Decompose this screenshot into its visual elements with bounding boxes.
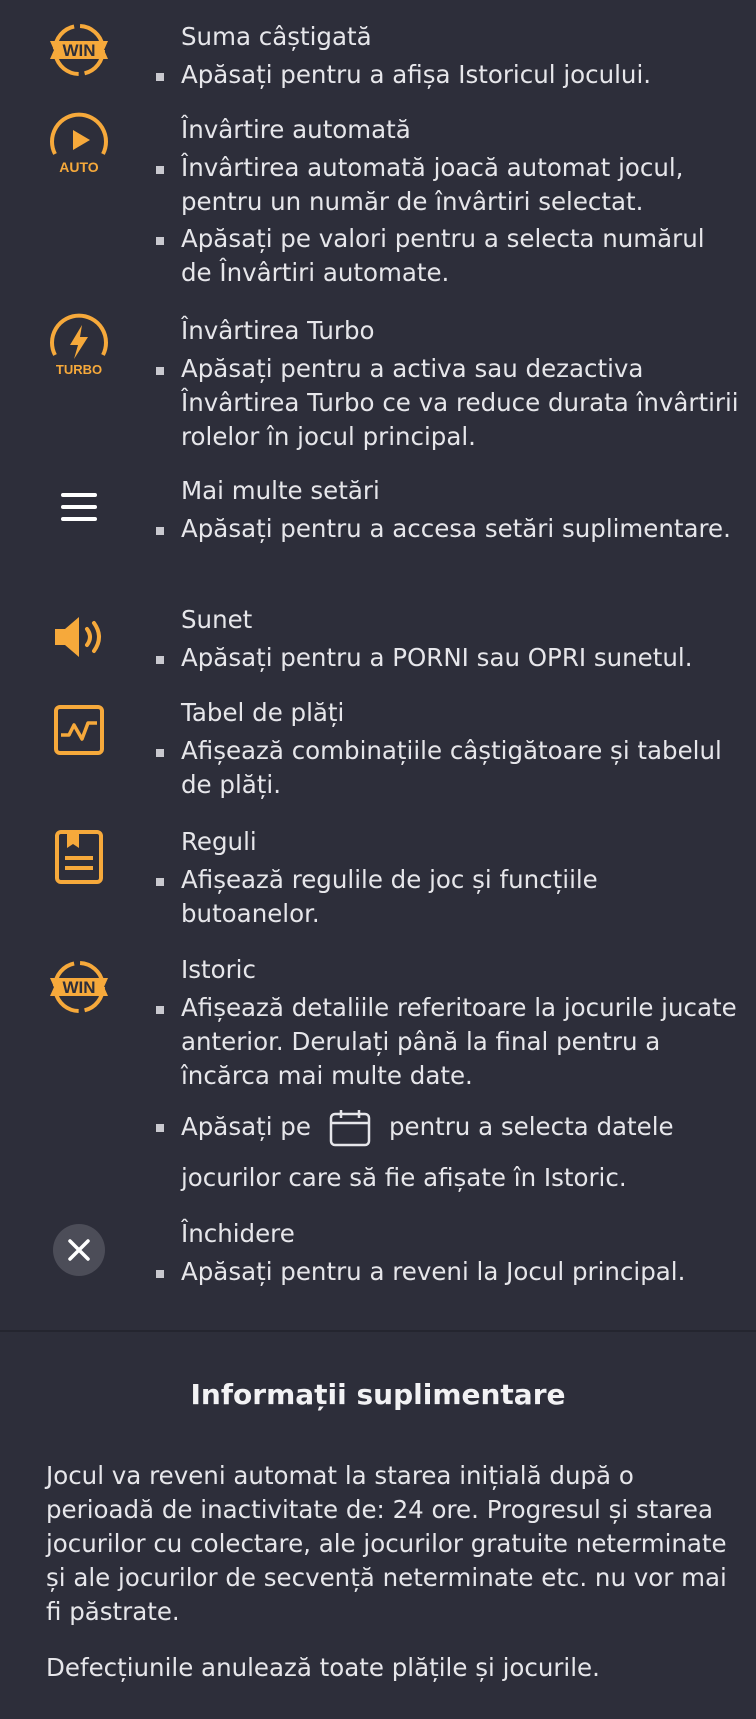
bullet-marker [156,749,164,757]
item-bullet: Apăsați pentru a accesa setări supliment… [181,514,731,543]
bullet-marker [156,73,164,81]
item-bullet: Învârtirea automată joacă automat jocul,… [181,153,684,216]
item-title: Reguli [181,827,257,856]
additional-info-title: Informații suplimentare [190,1378,566,1411]
bullet-marker [156,527,164,535]
item-bullet: Apăsați pentru a PORNI sau OPRI sunetul. [181,643,693,672]
history-icon: WIN [44,952,114,1022]
svg-text:TURBO: TURBO [56,362,102,377]
bullet-marker [156,166,164,174]
item-title: Mai multe setări [181,476,380,505]
item-title: Suma câștigată [181,22,372,51]
svg-text:WIN: WIN [62,978,95,997]
item-bullet: Afișează combinațiile câștigătoare și ta… [181,736,722,799]
item-bullet: Afișează detaliile referitoare la jocuri… [181,993,737,1090]
bullet-marker [156,1006,164,1014]
turbo-icon: TURBO [44,311,114,381]
bullet-marker [156,1270,164,1278]
win-badge-icon: WIN [44,15,114,85]
item-title: Învârtirea Turbo [181,316,375,345]
bullet-marker [156,656,164,664]
item-title: Sunet [181,605,253,634]
paytable-icon [44,695,114,765]
menu-icon [44,472,114,542]
item-bullet-continuation: jocurilor care să fie afișate în Istoric… [181,1163,627,1192]
item-bullet: Apăsați pe valori pentru a selecta număr… [181,224,705,287]
auto-spin-icon: AUTO [44,110,114,180]
bullet-marker [156,878,164,886]
bullet-text-start: Apăsați pe [181,1112,311,1141]
item-bullet: Apăsați pentru a activa sau dezactiva În… [181,354,739,451]
bullet-text-middle: pentru a selecta datele [388,1112,674,1141]
item-bullet: Apăsați pentru a reveni la Jocul princip… [181,1257,686,1286]
item-bullet: Afișează regulile de joc și funcțiile bu… [181,865,598,928]
calendar-icon [329,1110,371,1147]
rules-icon [44,822,114,892]
svg-text:AUTO: AUTO [59,159,99,175]
sound-icon [44,602,114,672]
section-divider [0,1330,756,1332]
malfunction-note: Defecțiunile anulează toate plățile și j… [46,1653,600,1682]
additional-info-paragraph: Jocul va reveni automat la starea iniția… [46,1461,727,1626]
item-title: Istoric [181,955,256,984]
svg-text:WIN: WIN [62,41,95,60]
bullet-marker [156,367,164,375]
item-title: Închidere [181,1219,295,1248]
item-bullet-calendar: Apăsați pe pentru a selecta datele [181,1107,741,1147]
close-icon [44,1215,114,1285]
bullet-marker [156,1124,164,1132]
item-title: Tabel de plăți [181,698,345,727]
item-title: Învârtire automată [181,115,411,144]
bullet-marker [156,237,164,245]
item-bullet: Apăsați pentru a afișa Istoricul jocului… [181,60,652,89]
